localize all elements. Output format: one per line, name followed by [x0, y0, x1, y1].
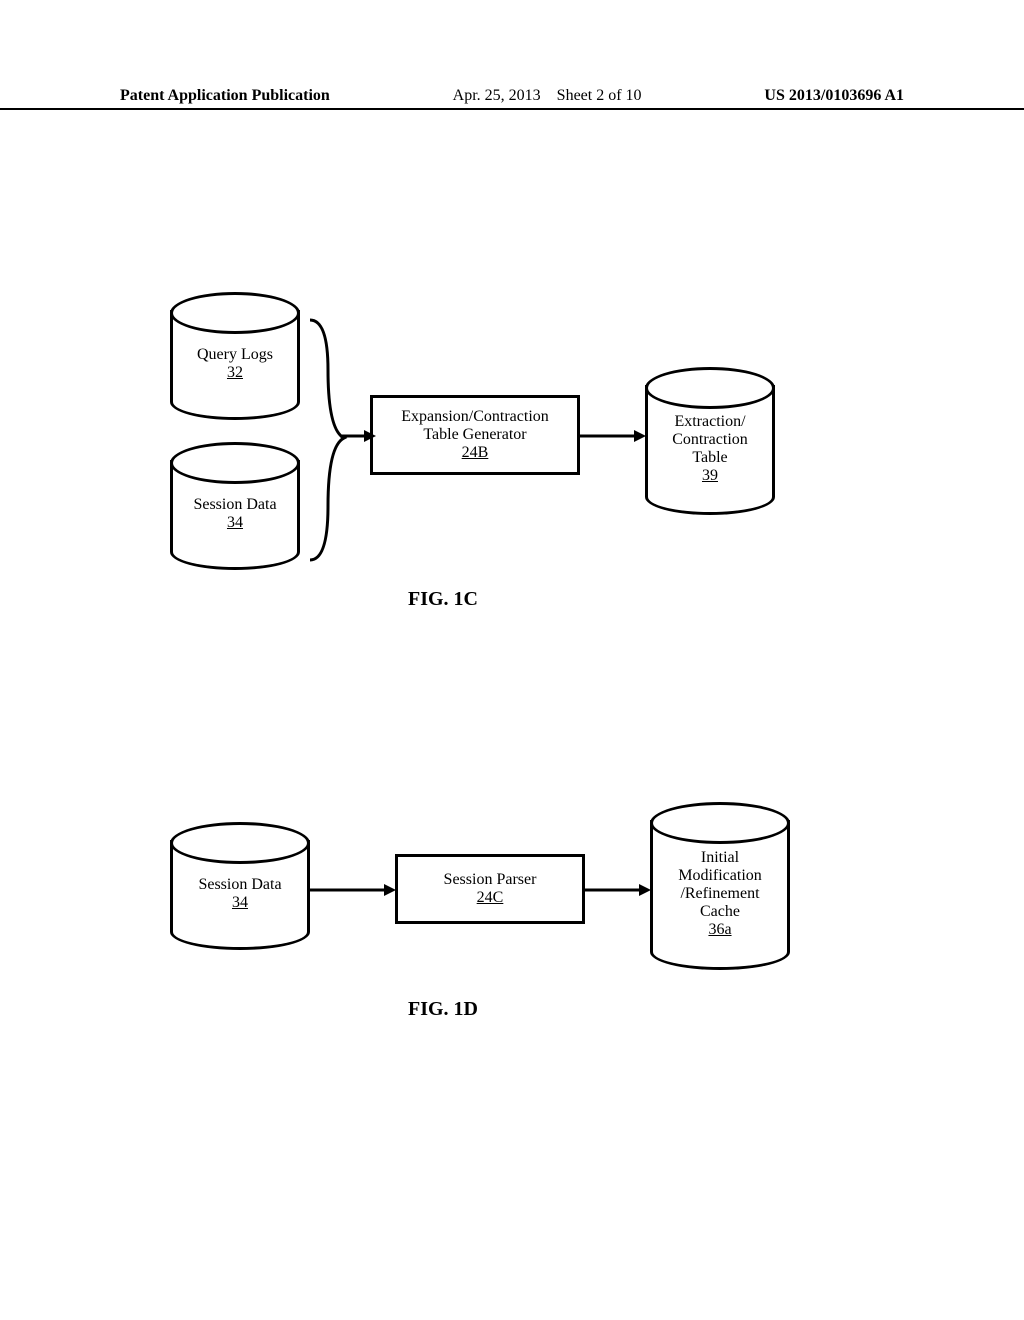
cylinder-cache: Initial Modification /Refinement Cache 3…: [650, 820, 790, 970]
header-left: Patent Application Publication: [120, 87, 330, 105]
page-header: Patent Application Publication Apr. 25, …: [0, 84, 1024, 110]
header-date: Apr. 25, 2013 Sheet 2 of 10: [453, 87, 642, 105]
arrow-icon: [580, 428, 650, 448]
ext-table-line1: Extraction/: [672, 413, 748, 431]
cylinder-session-data-1d: Session Data 34: [170, 840, 310, 950]
table-generator-ref: 24B: [462, 444, 489, 462]
process-table-generator: Expansion/Contraction Table Generator 24…: [370, 395, 580, 475]
session-parser-label: Session Parser: [444, 871, 537, 889]
query-logs-ref: 32: [197, 364, 273, 382]
figure-1c-caption: FIG. 1C: [408, 588, 478, 611]
table-generator-line1: Expansion/Contraction: [401, 408, 549, 426]
figure-1c: Query Logs 32 Session Data 34 Expansion/…: [0, 290, 1024, 610]
arrow-icon: [585, 882, 655, 902]
table-generator-line2: Table Generator: [423, 426, 526, 444]
arrow-icon: [340, 428, 380, 448]
process-session-parser: Session Parser 24C: [395, 854, 585, 924]
cache-line3: /Refinement: [678, 885, 762, 903]
cylinder-query-logs: Query Logs 32: [170, 310, 300, 420]
session-data-1d-label: Session Data: [198, 876, 281, 894]
cache-line1: Initial: [678, 849, 762, 867]
ext-table-line2: Contraction: [672, 431, 748, 449]
header-sheet: Sheet 2 of 10: [557, 87, 642, 104]
ext-table-ref: 39: [672, 467, 748, 485]
query-logs-label: Query Logs: [197, 346, 273, 364]
session-data-ref: 34: [193, 514, 276, 532]
figure-1d-caption: FIG. 1D: [408, 998, 478, 1021]
cache-line4: Cache: [678, 903, 762, 921]
session-data-label: Session Data: [193, 496, 276, 514]
cache-line2: Modification: [678, 867, 762, 885]
header-pubno: US 2013/0103696 A1: [764, 87, 904, 105]
header-date-text: Apr. 25, 2013: [453, 87, 541, 104]
cache-ref: 36a: [678, 921, 762, 939]
arrow-icon: [310, 882, 400, 902]
session-parser-ref: 24C: [477, 889, 504, 907]
figure-1d: Session Data 34 Session Parser 24C Initi…: [0, 820, 1024, 1080]
session-data-1d-ref: 34: [198, 894, 281, 912]
cylinder-extraction-table: Extraction/ Contraction Table 39: [645, 385, 775, 515]
ext-table-line3: Table: [672, 449, 748, 467]
cylinder-session-data: Session Data 34: [170, 460, 300, 570]
